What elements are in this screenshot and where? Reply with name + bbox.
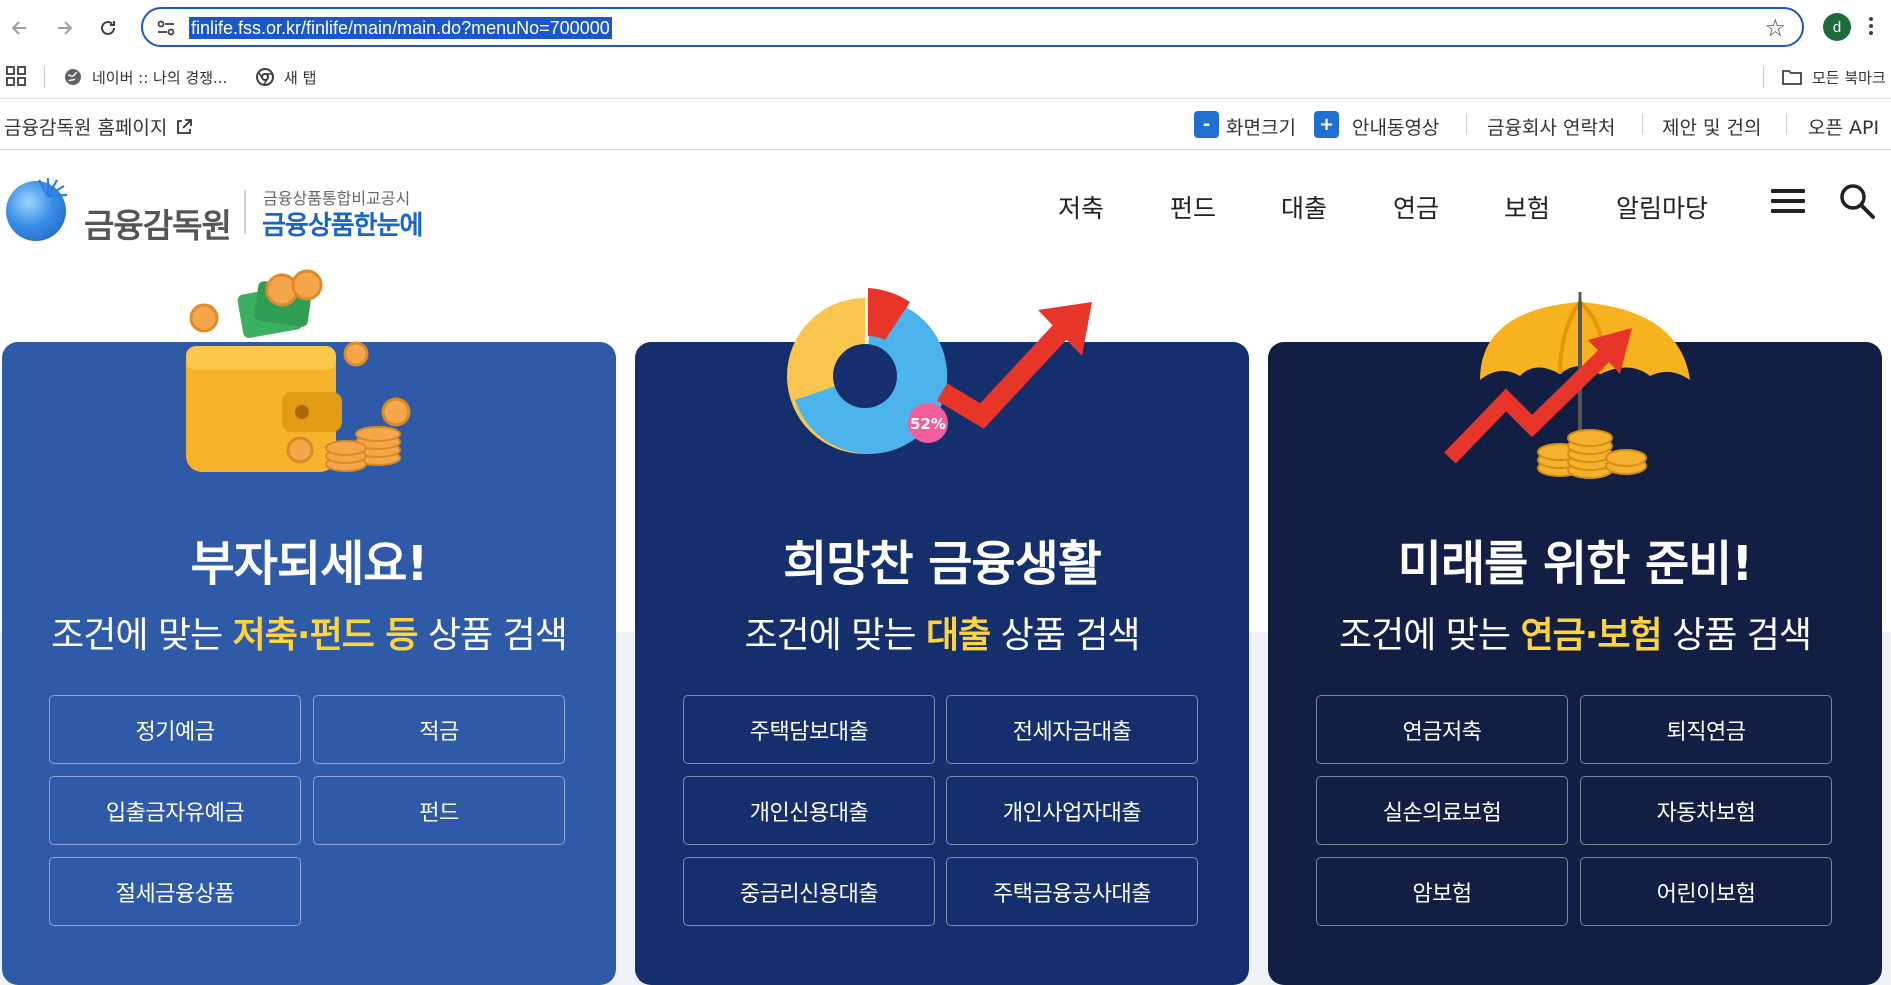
fss-logo-text[interactable]: 금융감독원 bbox=[84, 199, 232, 247]
btn-fund[interactable]: 펀드 bbox=[313, 776, 565, 845]
fss-homepage-link[interactable]: 금융감독원 홈페이지 bbox=[4, 113, 193, 140]
bookmarks-separator bbox=[44, 66, 45, 88]
btn-pension-savings[interactable]: 연금저축 bbox=[1316, 695, 1568, 764]
btn-mortgage-loan[interactable]: 주택담보대출 bbox=[683, 695, 935, 764]
utility-separator bbox=[1642, 113, 1643, 135]
folder-icon bbox=[1782, 70, 1802, 85]
btn-jeonse-loan[interactable]: 전세자금대출 bbox=[946, 695, 1198, 764]
subtitle-highlight: 연금·보험 bbox=[1520, 615, 1662, 656]
btn-child-insurance[interactable]: 어린이보험 bbox=[1580, 857, 1832, 926]
zoom-out-button[interactable]: - bbox=[1194, 111, 1219, 138]
open-api-link[interactable]: 오픈 API bbox=[1808, 113, 1879, 140]
bookmarks-separator bbox=[1763, 66, 1764, 88]
logo-divider bbox=[244, 190, 246, 234]
bookmark-label: 새 탭 bbox=[284, 68, 317, 87]
nav-savings[interactable]: 저축 bbox=[1058, 189, 1104, 225]
url-text[interactable]: finlife.fss.or.kr/finlife/main/main.do?m… bbox=[189, 17, 612, 39]
btn-demand-deposit[interactable]: 입출금자유예금 bbox=[49, 776, 301, 845]
subtitle-highlight: 대출 bbox=[925, 615, 991, 656]
umbrella-growth-icon bbox=[1444, 292, 1690, 479]
chrome-icon bbox=[256, 68, 274, 86]
subtitle-prefix: 조건에 맞는 bbox=[1338, 615, 1521, 656]
bookmark-label: 네이버 :: 나의 경쟁... bbox=[92, 68, 228, 87]
savings-subtitle: 조건에 맞는 저축·펀드 등 상품 검색 bbox=[2, 606, 616, 658]
bookmarks-bar: 네이버 :: 나의 경쟁... 새 탭 모든 북마크 bbox=[0, 56, 1891, 99]
btn-medical-insurance[interactable]: 실손의료보험 bbox=[1316, 776, 1568, 845]
external-link-icon bbox=[177, 118, 193, 134]
btn-retirement-pension[interactable]: 퇴직연금 bbox=[1580, 695, 1832, 764]
forward-arrow-icon bbox=[58, 21, 73, 35]
bookmark-new-tab[interactable]: 새 탭 bbox=[256, 62, 316, 92]
search-icon[interactable] bbox=[1838, 182, 1876, 220]
subtitle-prefix: 조건에 맞는 bbox=[744, 615, 926, 656]
back-button[interactable] bbox=[2, 10, 38, 46]
utility-separator bbox=[1786, 113, 1787, 135]
nav-loan[interactable]: 대출 bbox=[1281, 189, 1327, 225]
bookmark-star-icon[interactable]: ☆ bbox=[1764, 15, 1786, 41]
btn-tax-saving-products[interactable]: 절세금융상품 bbox=[49, 857, 301, 926]
menu-hamburger-icon[interactable] bbox=[1771, 189, 1805, 215]
btn-installment-savings[interactable]: 적금 bbox=[313, 695, 565, 764]
btn-business-loan[interactable]: 개인사업자대출 bbox=[946, 776, 1198, 845]
logo-rays-icon bbox=[38, 178, 68, 198]
nav-notice[interactable]: 알림마당 bbox=[1616, 189, 1708, 225]
subtitle-highlight: 저축·펀드 등 bbox=[232, 615, 419, 656]
fss-homepage-label: 금융감독원 홈페이지 bbox=[4, 117, 168, 139]
profile-avatar[interactable]: d bbox=[1823, 13, 1851, 41]
reload-button[interactable] bbox=[90, 10, 126, 46]
utility-separator bbox=[1466, 113, 1467, 135]
globe-icon bbox=[65, 69, 81, 85]
btn-midrate-credit-loan[interactable]: 중금리신용대출 bbox=[683, 857, 935, 926]
zoom-label: 화면크기 bbox=[1226, 117, 1296, 139]
suggestions-link[interactable]: 제안 및 건의 bbox=[1662, 113, 1761, 140]
site-settings-icon[interactable] bbox=[155, 17, 177, 39]
site-title[interactable]: 금융상품한눈에 bbox=[262, 205, 423, 242]
subtitle-prefix: 조건에 맞는 bbox=[51, 615, 233, 656]
nav-insurance[interactable]: 보험 bbox=[1504, 189, 1550, 225]
pension-subtitle: 조건에 맞는 연금·보험 상품 검색 bbox=[1268, 606, 1882, 658]
savings-headline: 부자되세요! bbox=[190, 536, 429, 592]
zoom-in-button[interactable]: + bbox=[1314, 111, 1339, 138]
company-contacts-link[interactable]: 금융회사 연락처 bbox=[1487, 113, 1615, 140]
btn-hf-loan[interactable]: 주택금융공사대출 bbox=[946, 857, 1198, 926]
guide-video-link[interactable]: 안내동영상 bbox=[1352, 113, 1439, 140]
browser-toolbar: finlife.fss.or.kr/finlife/main/main.do?m… bbox=[0, 0, 1891, 56]
address-bar[interactable]: finlife.fss.or.kr/finlife/main/main.do?m… bbox=[141, 7, 1804, 47]
nav-fund[interactable]: 펀드 bbox=[1170, 189, 1216, 225]
donut-chart-arrow-icon: 52% bbox=[787, 288, 1092, 454]
bookmark-naver[interactable]: 네이버 :: 나의 경쟁... bbox=[64, 62, 227, 92]
all-bookmarks-folder[interactable]: 모든 북마크 bbox=[1782, 62, 1886, 92]
btn-car-insurance[interactable]: 자동차보험 bbox=[1580, 776, 1832, 845]
loan-headline: 희망찬 금융생활 bbox=[783, 536, 1102, 592]
reload-icon bbox=[101, 20, 115, 35]
browser-menu-icon[interactable] bbox=[1866, 14, 1876, 40]
back-arrow-icon bbox=[11, 21, 26, 35]
btn-cancer-insurance[interactable]: 암보험 bbox=[1316, 857, 1568, 926]
forward-button[interactable] bbox=[46, 10, 82, 46]
subtitle-suffix: 상품 검색 bbox=[417, 615, 568, 656]
chart-badge-text: 52% bbox=[910, 415, 946, 433]
pension-headline: 미래를 위한 준비! bbox=[1397, 536, 1753, 592]
apps-grid-icon[interactable] bbox=[6, 66, 26, 86]
loan-subtitle: 조건에 맞는 대출 상품 검색 bbox=[635, 606, 1249, 658]
subtitle-suffix: 상품 검색 bbox=[1661, 615, 1812, 656]
nav-pension[interactable]: 연금 bbox=[1393, 189, 1439, 225]
btn-fixed-deposit[interactable]: 정기예금 bbox=[49, 695, 301, 764]
btn-personal-credit-loan[interactable]: 개인신용대출 bbox=[683, 776, 935, 845]
wallet-coins-icon bbox=[186, 269, 411, 472]
all-bookmarks-label: 모든 북마크 bbox=[1812, 68, 1886, 87]
subtitle-suffix: 상품 검색 bbox=[990, 615, 1141, 656]
